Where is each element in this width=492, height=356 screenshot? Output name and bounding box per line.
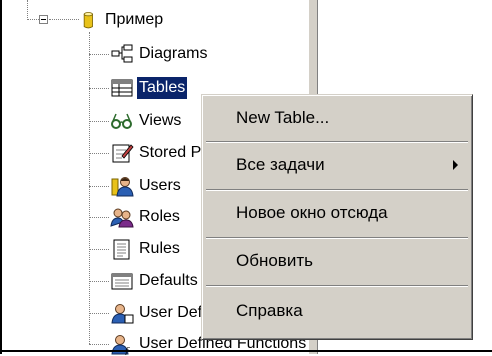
tree-node-label: Views: [139, 112, 182, 129]
tree-line: [89, 249, 109, 250]
tree-line: [89, 186, 109, 187]
menu-item-label: Обновить: [236, 251, 313, 270]
tree-line: [27, 19, 39, 20]
tree-node-label: Defaults: [139, 272, 198, 289]
user-type-icon: [111, 304, 134, 324]
tree-node-diagrams[interactable]: Diagrams: [110, 42, 209, 66]
submenu-arrow-icon: [453, 160, 458, 170]
menu-item-new-table[interactable]: New Table...: [206, 101, 468, 135]
tree-node-rules[interactable]: Rules: [110, 237, 182, 261]
tree-node-tables[interactable]: Tables: [110, 76, 188, 100]
menu-item-label: New Table...: [236, 108, 330, 127]
tree-line: [89, 121, 109, 122]
glasses-icon: [111, 113, 132, 129]
tree-node-label: Tables: [137, 77, 188, 99]
tree-node-label: Пример: [105, 11, 164, 28]
tree-node-root[interactable]: Пример: [80, 8, 165, 32]
menu-separator: [206, 141, 468, 143]
tree-line: [89, 153, 109, 154]
tree-node-label: Users: [139, 177, 181, 194]
tree-line: [89, 32, 90, 344]
tree-line: [49, 19, 79, 20]
menu-separator: [206, 189, 468, 191]
menu-item-new-window[interactable]: Новое окно отсюда: [206, 196, 468, 230]
tree-node-label: Rules: [139, 240, 180, 257]
tree-node-roles[interactable]: Roles: [110, 205, 182, 229]
menu-separator: [206, 237, 468, 239]
frame-border-left: [0, 0, 2, 354]
defaults-icon: [111, 273, 133, 290]
menu-item-label: Все задачи: [236, 155, 325, 174]
menu-item-label: Новое окно отсюда: [236, 203, 388, 222]
context-menu: New Table... Все задачи Новое окно отсюд…: [201, 94, 473, 340]
tree-line: [89, 88, 109, 89]
frame-border-bottom: [0, 350, 492, 352]
tree-line: [89, 54, 109, 55]
menu-separator: [206, 285, 468, 287]
database-icon: [83, 12, 93, 29]
tree-line: [27, 0, 28, 20]
collapse-toggle[interactable]: [39, 15, 48, 24]
menu-item-label: Справка: [236, 301, 303, 320]
user-icon: [111, 177, 134, 197]
tree-node-views[interactable]: Views: [110, 109, 183, 133]
table-icon: [111, 79, 133, 97]
menu-item-help[interactable]: Справка: [206, 294, 468, 328]
tree-node-defaults[interactable]: Defaults: [110, 269, 200, 293]
tree-node-label: Roles: [139, 208, 180, 225]
roles-icon: [110, 208, 134, 228]
stored-procedure-icon: [112, 144, 134, 163]
menu-item-all-tasks[interactable]: Все задачи: [206, 148, 468, 182]
rules-icon: [113, 239, 130, 260]
tree-line: [89, 281, 109, 282]
tree-node-users[interactable]: Users: [110, 174, 183, 198]
diagram-icon: [111, 44, 133, 63]
tree-line: [89, 344, 109, 345]
menu-item-refresh[interactable]: Обновить: [206, 244, 468, 278]
tree-node-label: Diagrams: [139, 45, 208, 62]
tree-line: [89, 313, 109, 314]
tree-line: [89, 217, 109, 218]
